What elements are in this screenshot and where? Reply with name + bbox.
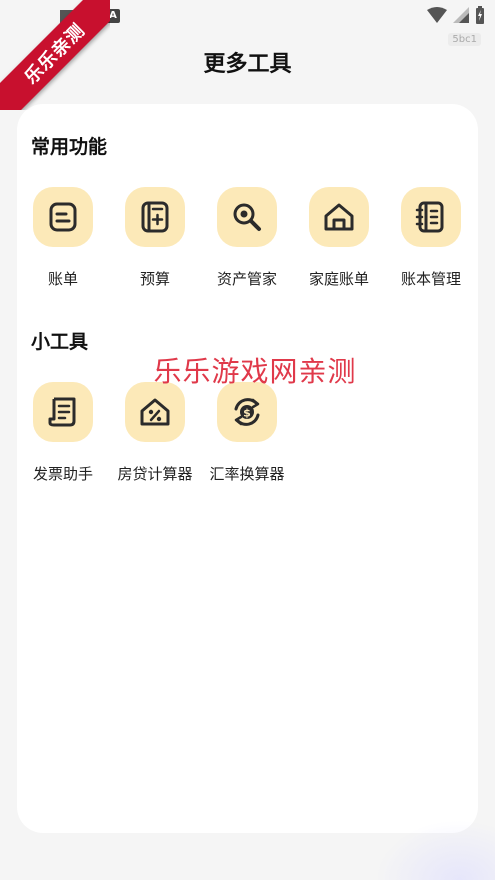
tool-label: 家庭账单 xyxy=(308,270,369,288)
asset-search-icon xyxy=(217,187,277,247)
ledger-book-icon xyxy=(401,187,461,247)
watermark-text: 乐乐游戏网亲测 xyxy=(153,355,357,388)
status-right-icons xyxy=(427,6,485,24)
common-tools-grid: 账单 预算 资产管家 家庭账单 账本管理 xyxy=(17,187,478,297)
tool-family-bill[interactable]: 家庭账单 xyxy=(293,187,385,297)
section-title-tools: 小工具 xyxy=(31,331,89,353)
section-title-common: 常用功能 xyxy=(31,136,108,158)
signal-icon xyxy=(453,7,469,23)
tool-budget[interactable]: 预算 xyxy=(109,187,201,297)
svg-text:$: $ xyxy=(243,407,251,420)
battery-charging-icon xyxy=(476,6,484,24)
tool-bill[interactable]: 账单 xyxy=(17,187,109,297)
tool-label: 房贷计算器 xyxy=(117,465,193,483)
corner-ribbon: 乐乐亲测 xyxy=(0,0,110,110)
more-tools-screen: A 5bc1 乐乐亲测 更多工具 常用功能 账单 预算 资产管家 家庭账单 账本… xyxy=(0,0,495,880)
tool-ledger-manage[interactable]: 账本管理 xyxy=(385,187,477,297)
tool-label: 资产管家 xyxy=(216,270,277,288)
bottom-glow-decoration xyxy=(375,820,495,880)
tool-label: 汇率换算器 xyxy=(209,465,285,483)
tool-invoice-assistant[interactable]: 发票助手 xyxy=(17,382,109,492)
tool-exchange-rate-converter[interactable]: $ 汇率换算器 xyxy=(201,382,293,492)
mortgage-house-percent-icon xyxy=(125,382,185,442)
budget-icon xyxy=(125,187,185,247)
tool-label: 账本管理 xyxy=(400,270,461,288)
tool-mortgage-calculator[interactable]: 房贷计算器 xyxy=(109,382,201,492)
tool-asset-manager[interactable]: 资产管家 xyxy=(201,187,293,297)
tool-label: 预算 xyxy=(139,270,170,288)
ribbon-band: 乐乐亲测 xyxy=(0,0,110,110)
tool-label: 发票助手 xyxy=(32,465,93,483)
small-tools-grid: 发票助手 房贷计算器 $ 汇率换算器 xyxy=(17,382,478,492)
invoice-icon xyxy=(33,382,93,442)
currency-exchange-icon: $ xyxy=(217,382,277,442)
ribbon-text: 乐乐亲测 xyxy=(20,19,90,89)
home-icon xyxy=(309,187,369,247)
wifi-icon xyxy=(427,7,447,23)
bill-icon xyxy=(33,187,93,247)
tool-label: 账单 xyxy=(47,270,78,288)
status-code-label: 5bc1 xyxy=(448,33,481,46)
tools-card: 常用功能 账单 预算 资产管家 家庭账单 账本管理 小工具 发票助手 房贷计算器… xyxy=(17,104,478,833)
